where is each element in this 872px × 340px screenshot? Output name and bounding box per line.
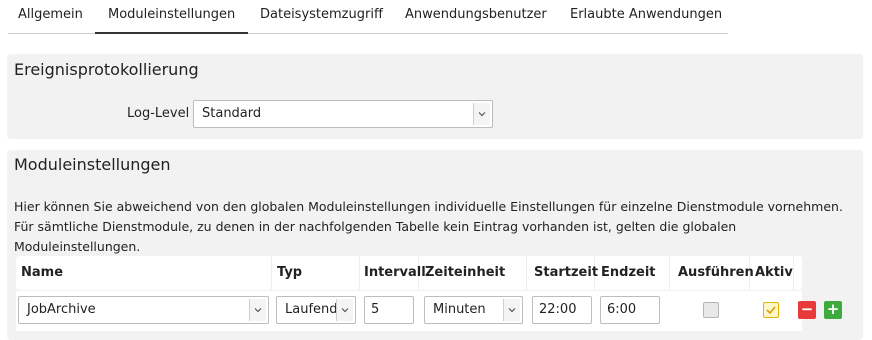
tab-dateisystemzugriff[interactable]: Dateisystemzugriff [260, 0, 383, 33]
chevron-down-icon [473, 103, 490, 125]
log-level-label: Log-Level [127, 106, 190, 121]
typ-select[interactable]: Laufend [276, 296, 356, 324]
name-select[interactable]: JobArchive [18, 296, 269, 324]
add-row-button[interactable]: + [824, 301, 842, 319]
zeiteinheit-value: Minuten [433, 302, 486, 317]
module-settings-description: Hier können Sie abweichend von den globa… [14, 199, 843, 254]
endzeit-input[interactable]: 6:00 [600, 296, 660, 324]
tab-anwendungsbenutzer[interactable]: Anwendungsbenutzer [405, 0, 547, 33]
event-logging-panel: Ereignisprotokollierung Log-Level Standa… [7, 54, 863, 139]
tab-allgemein[interactable]: Allgemein [18, 0, 83, 33]
column-header-startzeit: Startzeit [527, 256, 598, 290]
log-level-value: Standard [202, 106, 262, 121]
tab-moduleinstellungen[interactable]: Moduleinstellungen [95, 0, 249, 34]
typ-value: Laufend [285, 302, 338, 317]
column-header-endzeit: Endzeit [595, 256, 670, 290]
name-value: JobArchive [27, 302, 96, 317]
column-header-zeiteinheit: Zeiteinheit [419, 256, 527, 290]
ausfuehren-checkbox[interactable] [703, 302, 719, 318]
tab-erlaubte-anwendungen[interactable]: Erlaubte Anwendungen [570, 0, 722, 33]
module-settings-panel: Moduleinstellungen Hier können Sie abwei… [7, 150, 863, 340]
panel-title: Moduleinstellungen [14, 155, 171, 174]
column-header-name: Name [16, 256, 272, 290]
column-header-intervall: Intervall [360, 256, 426, 290]
chevron-down-icon [249, 299, 266, 321]
column-header-aktiv: Aktiv [750, 256, 794, 290]
chevron-down-icon [336, 299, 353, 321]
aktiv-checkbox[interactable] [763, 302, 779, 318]
table-header: Name Typ Intervall Zeiteinheit Startzeit… [16, 256, 802, 290]
column-header-ausfuehren: Ausführen [670, 256, 754, 290]
chevron-down-icon [503, 299, 520, 321]
remove-row-button[interactable]: − [798, 301, 816, 319]
intervall-input[interactable]: 5 [364, 296, 414, 324]
log-level-select[interactable]: Standard [193, 100, 493, 128]
check-icon [766, 306, 776, 315]
tab-bar: Allgemein Moduleinstellungen Dateisystem… [8, 0, 728, 34]
startzeit-input[interactable]: 22:00 [532, 296, 592, 324]
column-header-typ: Typ [272, 256, 360, 290]
zeiteinheit-select[interactable]: Minuten [424, 296, 523, 324]
table-row: JobArchive Laufend 5 Minuten 22:00 6:00 … [16, 291, 842, 331]
panel-title: Ereignisprotokollierung [14, 60, 199, 79]
